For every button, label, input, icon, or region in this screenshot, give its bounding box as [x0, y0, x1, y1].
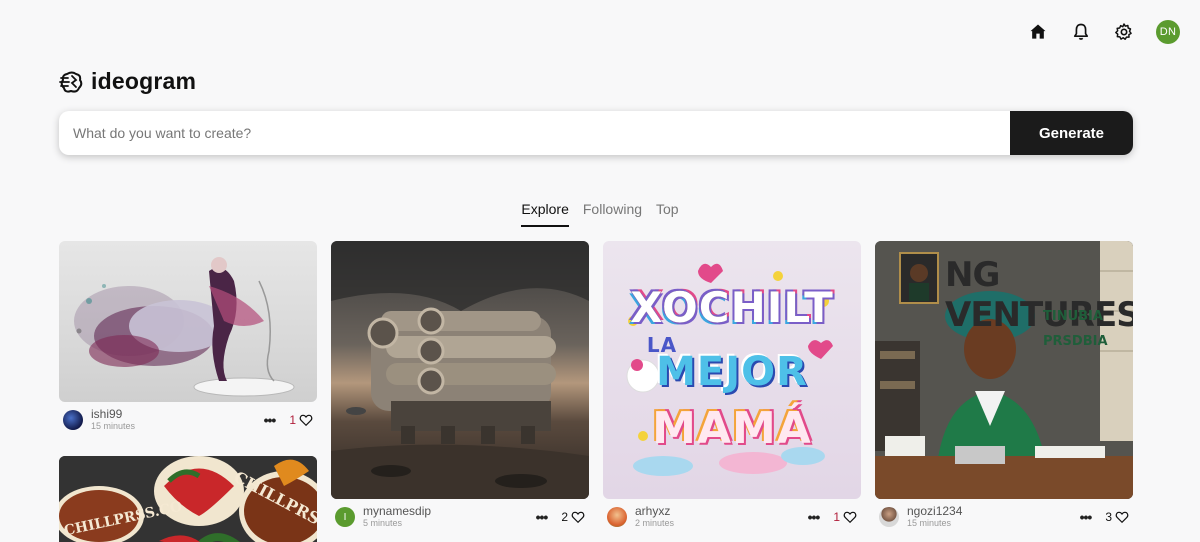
- image-card[interactable]: CHILLPRSS.CO CHILLPRSS: [59, 456, 317, 542]
- heart-icon[interactable]: [1115, 510, 1129, 524]
- avatar[interactable]: I: [335, 507, 355, 527]
- generated-image[interactable]: NG VENTURES TINUBIA PRSDBIA: [875, 241, 1133, 499]
- top-nav: DN: [1007, 20, 1180, 44]
- ideogram-logo-icon: [59, 71, 83, 93]
- image-card[interactable]: I mynamesdip 5 minutes ••• 2: [331, 241, 589, 535]
- heart-icon[interactable]: [571, 510, 585, 524]
- more-options-icon[interactable]: •••: [264, 412, 277, 428]
- like-count: 1: [289, 413, 296, 427]
- brand-name: ideogram: [91, 68, 197, 94]
- prompt-bar: Generate: [59, 111, 1133, 155]
- user-avatar[interactable]: DN: [1156, 20, 1180, 44]
- user-info: ishi99 15 minutes: [91, 408, 264, 432]
- heart-icon[interactable]: [843, 510, 857, 524]
- avatar[interactable]: [63, 410, 83, 430]
- user-info: ngozi1234 15 minutes: [907, 505, 1080, 529]
- like-count: 1: [833, 510, 840, 524]
- heart-icon[interactable]: [299, 413, 313, 427]
- generated-image[interactable]: CHILLPRSS.CO CHILLPRSS: [59, 456, 317, 542]
- more-options-icon[interactable]: •••: [1080, 509, 1093, 525]
- image-card[interactable]: ishi99 15 minutes ••• 1: [59, 241, 317, 438]
- tab-following[interactable]: Following: [583, 201, 642, 227]
- bell-icon: [1073, 23, 1089, 40]
- generated-image[interactable]: [331, 241, 589, 499]
- user-info: mynamesdip 5 minutes: [363, 505, 536, 529]
- username[interactable]: mynamesdip: [363, 505, 536, 518]
- art-text: MAMÁ: [652, 403, 812, 454]
- user-info: arhyxz 2 minutes: [635, 505, 808, 529]
- post-time: 15 minutes: [907, 518, 952, 528]
- generated-image[interactable]: XOCHILT LA MEJOR MAMÁ: [603, 241, 861, 499]
- card-meta: ishi99 15 minutes ••• 1: [59, 402, 317, 438]
- like-count: 2: [561, 510, 568, 524]
- post-time: 15 minutes: [91, 421, 136, 431]
- fashion-artwork-image: [74, 257, 295, 397]
- card-meta: ngozi1234 15 minutes ••• 3: [875, 499, 1133, 535]
- generated-image[interactable]: [59, 241, 317, 402]
- art-text: TINUBIA: [1043, 309, 1103, 324]
- gear-icon: [1115, 23, 1132, 40]
- avatar[interactable]: [879, 507, 899, 527]
- image-card[interactable]: XOCHILT LA MEJOR MAMÁ arhyxz 2 minutes •…: [603, 241, 861, 535]
- more-options-icon[interactable]: •••: [808, 509, 821, 525]
- home-icon: [1030, 24, 1046, 39]
- generate-button[interactable]: Generate: [1010, 111, 1133, 155]
- home-button[interactable]: [1026, 20, 1050, 44]
- username[interactable]: ishi99: [91, 408, 264, 421]
- art-text: PRSDBIA: [1043, 334, 1108, 349]
- username[interactable]: arhyxz: [635, 505, 808, 518]
- art-text: MEJOR: [656, 349, 808, 395]
- tab-top[interactable]: Top: [656, 201, 679, 227]
- post-time: 2 minutes: [635, 518, 675, 528]
- like-count: 3: [1105, 510, 1112, 524]
- card-meta: I mynamesdip 5 minutes ••• 2: [331, 499, 589, 535]
- username[interactable]: ngozi1234: [907, 505, 1080, 518]
- image-card[interactable]: NG VENTURES TINUBIA PRSDBIA ngozi1234 15…: [875, 241, 1133, 535]
- tab-explore[interactable]: Explore: [521, 201, 569, 227]
- avatar[interactable]: [607, 507, 627, 527]
- post-time: 5 minutes: [363, 518, 403, 528]
- feed-tabs: Explore Following Top: [0, 201, 1200, 227]
- settings-button[interactable]: [1112, 20, 1136, 44]
- brand-logo[interactable]: ideogram: [59, 68, 196, 95]
- prompt-input[interactable]: [59, 111, 1010, 155]
- art-text: XOCHILT: [630, 283, 834, 332]
- card-meta: arhyxz 2 minutes ••• 1: [603, 499, 861, 535]
- notifications-button[interactable]: [1069, 20, 1093, 44]
- art-text: NG VENTURES: [945, 255, 1133, 335]
- desert-machine-image: [331, 241, 589, 499]
- more-options-icon[interactable]: •••: [536, 509, 549, 525]
